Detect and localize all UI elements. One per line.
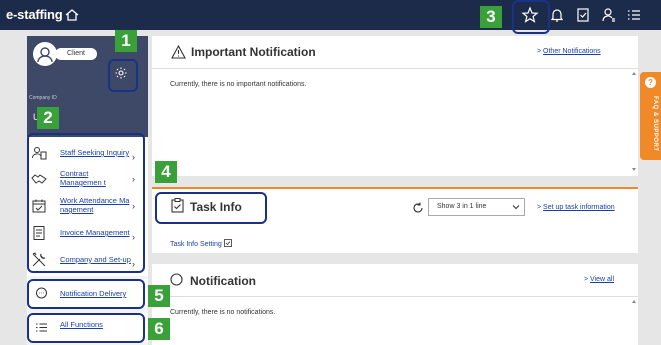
client-role-badge: Client	[55, 48, 97, 60]
company-id-label: Company ID	[29, 95, 57, 101]
view-all-link[interactable]: > View all	[584, 276, 614, 283]
user-avatar	[33, 42, 57, 66]
task-info-setting[interactable]: Task Info Setting	[170, 238, 232, 248]
divider	[152, 68, 638, 69]
highlight-favorites	[512, 0, 550, 34]
scroll-down-arrow[interactable]	[632, 168, 636, 171]
info-circle-icon	[170, 273, 183, 286]
card-title: Important Notification	[191, 45, 316, 59]
chevron-down-icon	[512, 205, 520, 210]
set-up-task-link[interactable]: > Set up task information	[537, 204, 615, 211]
highlight-task-info	[155, 192, 267, 224]
link-text[interactable]: Other Notifications	[543, 48, 601, 55]
other-notifications-link[interactable]: > Other Notifications	[537, 48, 601, 55]
bell-icon[interactable]	[548, 6, 566, 24]
callout-badge-4: 4	[155, 161, 177, 183]
highlight-function-menu	[27, 133, 145, 273]
app-logo[interactable]: e-staffing	[6, 7, 63, 22]
task-info-setting-label[interactable]: Task Info Setting	[170, 241, 222, 248]
card-title: Notification	[190, 274, 256, 288]
callout-badge-2: 2	[37, 107, 59, 129]
highlight-all-functions	[27, 313, 145, 343]
scroll-up-arrow[interactable]	[632, 72, 636, 75]
faq-support-label: FAQ & SUPPORT	[652, 96, 658, 152]
highlight-settings	[108, 59, 138, 92]
callout-badge-1: 1	[115, 30, 137, 52]
help-icon: ?	[645, 77, 656, 88]
divider	[152, 296, 638, 297]
callout-badge-6: 6	[148, 318, 170, 340]
card-body-text: Currently, there is no important notific…	[170, 81, 307, 88]
user-settings-icon[interactable]	[600, 6, 618, 24]
task-check-icon	[223, 239, 232, 247]
callout-badge-5: 5	[148, 285, 170, 307]
link-text[interactable]: View all	[590, 276, 614, 283]
select-value: Show 3 in 1 line	[437, 203, 487, 210]
faq-support-tab[interactable]: ? FAQ & SUPPORT	[640, 72, 661, 160]
task-check-icon[interactable]	[574, 6, 592, 24]
refresh-icon[interactable]	[412, 202, 424, 214]
user-icon	[37, 47, 53, 63]
layout-select[interactable]: Show 3 in 1 line	[428, 198, 525, 216]
notification-card: Notification > View all Currently, there…	[152, 264, 638, 345]
callout-badge-3: 3	[480, 6, 502, 28]
important-notification-card: Important Notification > Other Notificat…	[152, 36, 638, 176]
home-icon[interactable]	[64, 7, 80, 23]
highlight-notification-delivery	[27, 279, 145, 309]
link-text[interactable]: Set up task information	[543, 204, 615, 211]
top-bar: e-staffing	[0, 0, 661, 30]
scroll-up-arrow[interactable]	[632, 300, 636, 303]
menu-list-icon[interactable]	[625, 6, 643, 24]
warning-triangle-icon	[171, 45, 186, 59]
card-body-text: Currently, there is no notifications.	[170, 309, 276, 316]
